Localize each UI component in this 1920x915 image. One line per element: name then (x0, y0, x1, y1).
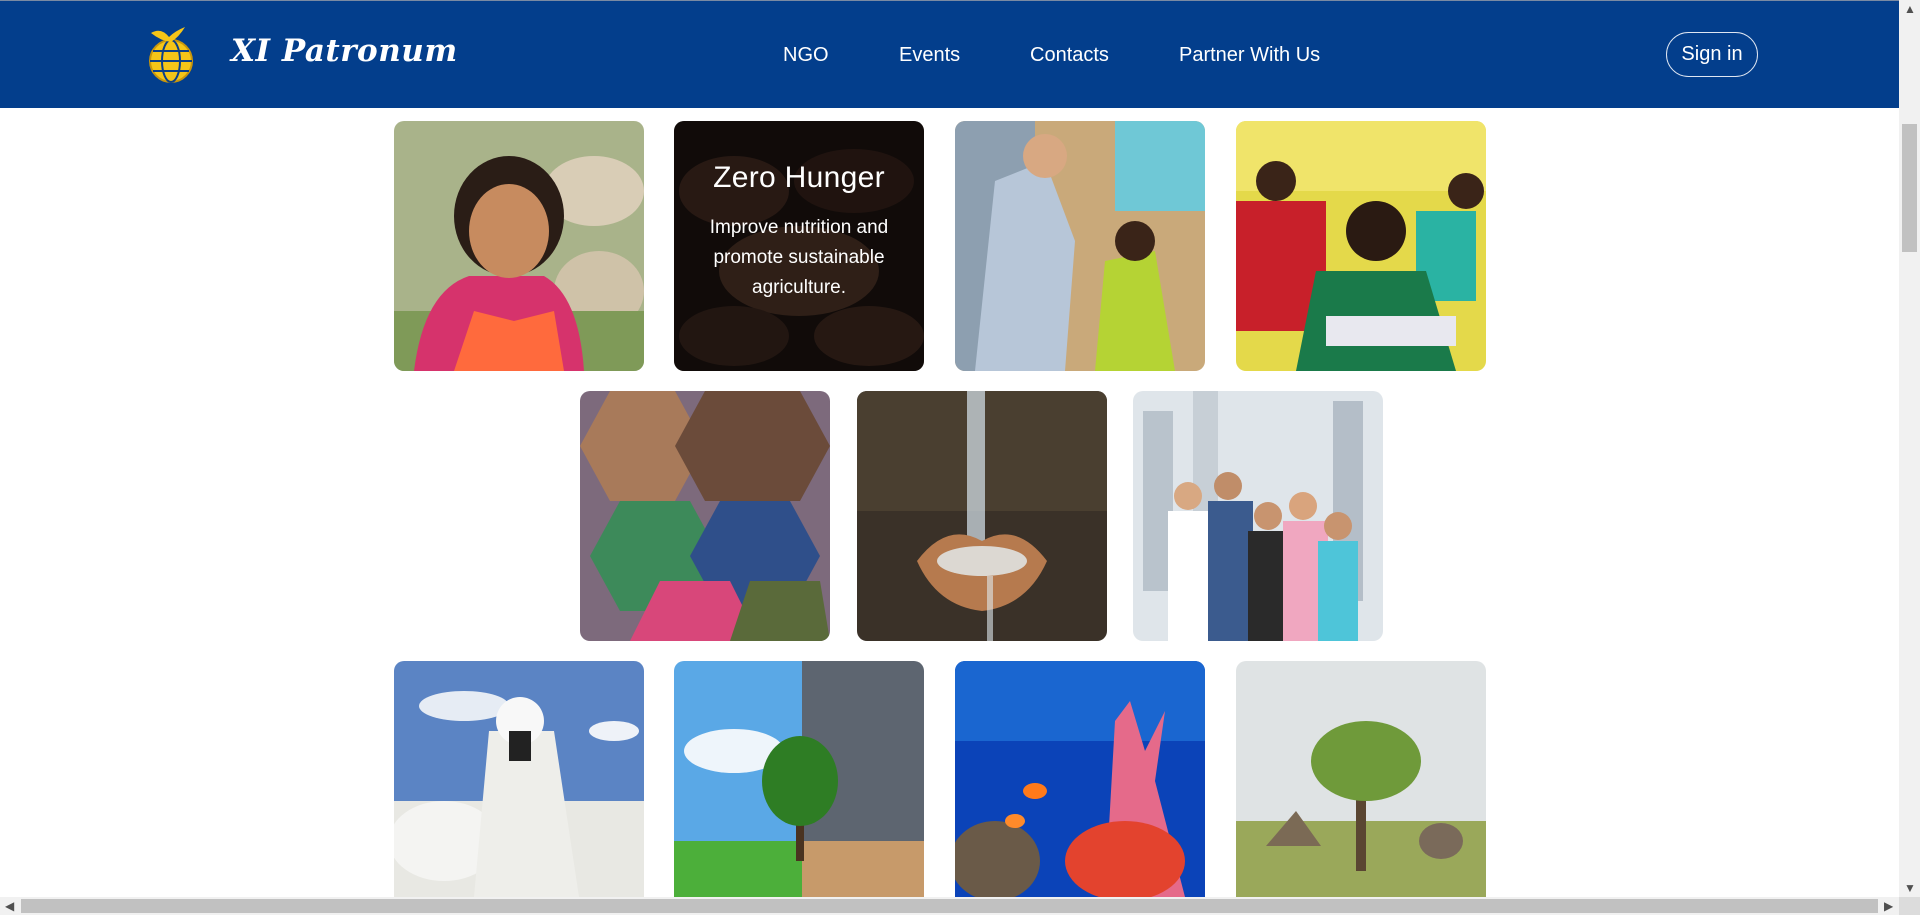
nav-events[interactable]: Events (899, 44, 960, 67)
tile-quality-education[interactable] (1236, 121, 1486, 371)
vertical-scrollbar-thumb[interactable] (1902, 124, 1917, 252)
tile-title: Zero Hunger (713, 161, 885, 194)
scroll-right-arrow-icon[interactable]: ▶ (1884, 900, 1893, 912)
brand-name[interactable]: XI Patronum (231, 33, 458, 69)
globe-logo-icon[interactable] (147, 25, 195, 85)
scrollbar-corner (1899, 897, 1920, 915)
tile-life-below-water[interactable] (955, 661, 1205, 897)
tile-zero-hunger[interactable]: Zero Hunger Improve nutrition and promot… (674, 121, 924, 371)
scroll-left-arrow-icon[interactable]: ◀ (5, 900, 14, 912)
sign-in-button[interactable]: Sign in (1666, 32, 1758, 77)
tile-description: Improve nutrition and promote sustainabl… (709, 217, 889, 298)
nav-ngo[interactable]: NGO (783, 44, 829, 67)
tile-no-poverty[interactable] (394, 121, 644, 371)
tile-climate-action[interactable] (674, 661, 924, 897)
nav-contacts[interactable]: Contacts (1030, 44, 1109, 67)
scroll-down-arrow-icon[interactable]: ▼ (1904, 882, 1916, 894)
horizontal-scrollbar-thumb[interactable] (21, 899, 1878, 913)
tile-decent-work[interactable] (1133, 391, 1383, 641)
scroll-up-arrow-icon[interactable]: ▲ (1904, 3, 1916, 15)
tile-clean-water[interactable] (857, 391, 1107, 641)
tile-good-health[interactable] (955, 121, 1205, 371)
zero-hunger-overlay: Zero Hunger Improve nutrition and promot… (674, 121, 924, 371)
top-navbar: XI Patronum NGO Events Contacts Partner … (0, 0, 1899, 108)
tile-gender-equality[interactable] (580, 391, 830, 641)
tile-life-on-land[interactable] (1236, 661, 1486, 897)
tile-responsible-consumption[interactable] (394, 661, 644, 897)
nav-partner-with-us[interactable]: Partner With Us (1179, 44, 1320, 67)
